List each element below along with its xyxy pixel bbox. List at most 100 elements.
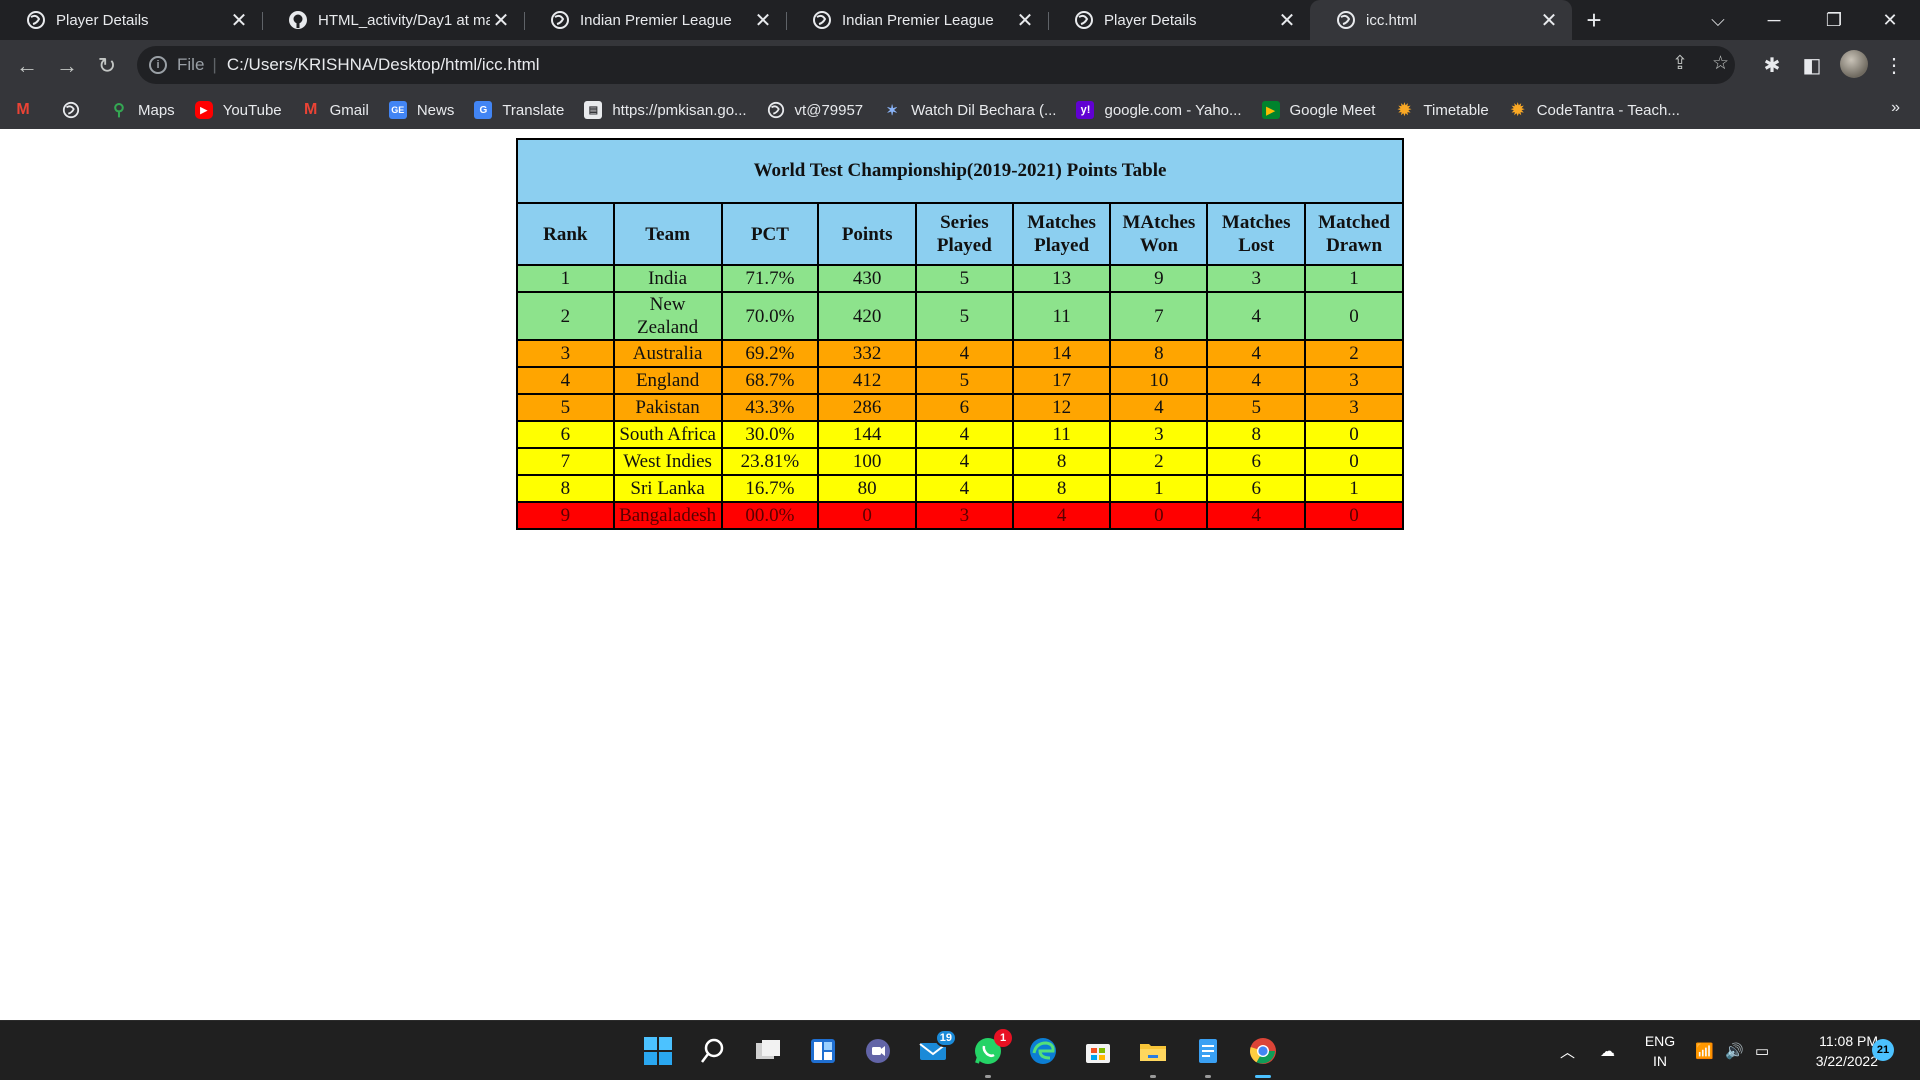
share-icon[interactable]: ⇪ — [1672, 52, 1688, 75]
browser-tab[interactable]: Player Details ✕ — [1048, 0, 1310, 40]
table-row: 8 Sri Lanka 16.7% 80 4 8 1 6 1 — [516, 474, 1404, 503]
bookmark-translate[interactable]: G Translate — [474, 101, 564, 119]
minimize-icon[interactable]: ─ — [1748, 0, 1800, 40]
browser-tab[interactable]: Indian Premier League ✕ — [524, 0, 786, 40]
close-icon[interactable]: ✕ — [1014, 8, 1036, 33]
bookmarks-overflow-button[interactable]: » — [1891, 99, 1900, 117]
wifi-icon[interactable]: 📶 — [1695, 1021, 1714, 1080]
menu-icon[interactable]: ⋮ — [1880, 51, 1908, 79]
new-tab-button[interactable]: + — [1572, 0, 1616, 40]
cell-series-played: 4 — [914, 447, 1014, 476]
bookmark-yahoo[interactable]: y! google.com - Yaho... — [1076, 101, 1242, 119]
cell-matches-played: 17 — [1011, 366, 1112, 395]
bookmark-maps[interactable]: ⚲ Maps — [110, 101, 175, 120]
cell-matches-played: 13 — [1011, 264, 1112, 293]
start-button[interactable] — [640, 1033, 676, 1069]
bookmark-label: Gmail — [329, 101, 369, 119]
cell-points: 420 — [817, 291, 917, 341]
bookmark-youtube[interactable]: ▶ YouTube — [194, 101, 282, 119]
cell-matches-won: 10 — [1109, 366, 1209, 395]
widgets-button[interactable] — [805, 1033, 841, 1069]
address-bar[interactable]: i File | C:/Users/KRISHNA/Desktop/html/i… — [137, 46, 1735, 84]
info-icon[interactable]: i — [149, 56, 167, 74]
extensions-icon[interactable]: ✱ — [1758, 51, 1786, 79]
file-explorer-button[interactable] — [1135, 1033, 1171, 1078]
show-hidden-icons-icon[interactable]: ︿ — [1560, 1021, 1575, 1080]
bookmark-timetable[interactable]: ✹ Timetable — [1395, 101, 1489, 120]
close-icon[interactable]: ✕ — [490, 8, 512, 33]
page-icon: ▤ — [584, 101, 603, 119]
cell-matches-lost: 5 — [1206, 393, 1307, 422]
tab-title: Player Details — [56, 11, 149, 29]
bookmark-label: News — [416, 101, 455, 119]
mail-button[interactable]: 19 — [915, 1029, 957, 1069]
bookmark-gmail-labeled[interactable]: M Gmail — [302, 101, 369, 119]
cell-pct: 70.0% — [720, 291, 820, 341]
table-row: 5 Pakistan 43.3% 286 6 12 4 5 3 — [516, 393, 1404, 422]
tab-title: HTML_activity/Day1 at mai — [318, 11, 490, 29]
close-icon[interactable]: ✕ — [228, 8, 250, 33]
cell-rank: 9 — [516, 501, 615, 530]
bookmark-gmail[interactable]: M — [14, 101, 42, 119]
bookmark-label: google.com - Yaho... — [1104, 101, 1242, 119]
close-icon[interactable]: ✕ — [752, 8, 774, 33]
cell-series-played: 4 — [914, 420, 1014, 449]
bookmark-google-meet[interactable]: ▶ Google Meet — [1261, 101, 1375, 119]
bookmarks-bar: M ⚲ Maps ▶ YouTube M Gmail GE News G Tra… — [0, 91, 1920, 129]
bookmark-star-icon[interactable]: ☆ — [1712, 52, 1729, 75]
language-indicator[interactable]: ENG IN — [1638, 1031, 1682, 1071]
close-icon[interactable]: ✕ — [1538, 8, 1560, 33]
notification-count-badge[interactable]: 21 — [1872, 1039, 1894, 1061]
cell-series-played: 5 — [914, 291, 1014, 341]
forward-icon[interactable]: → — [52, 51, 82, 81]
teams-icon — [866, 1039, 890, 1063]
chrome-button[interactable] — [1245, 1033, 1281, 1078]
onedrive-icon[interactable]: ☁ — [1600, 1021, 1615, 1080]
mail-badge: 19 — [934, 1029, 957, 1047]
youtube-icon: ▶ — [194, 101, 213, 119]
reload-icon[interactable]: ↻ — [92, 51, 122, 81]
search-button[interactable] — [695, 1033, 731, 1069]
profile-avatar[interactable] — [1840, 50, 1868, 78]
tab-search-icon[interactable]: ⌵ — [1692, 0, 1744, 40]
restore-icon[interactable]: ❐ — [1808, 0, 1860, 40]
whatsapp-button[interactable]: 1 — [970, 1029, 1012, 1078]
side-panel-icon[interactable]: ◧ — [1798, 51, 1826, 79]
volume-icon[interactable]: 🔊 — [1725, 1021, 1744, 1080]
cell-matches-drawn: 0 — [1304, 501, 1404, 530]
cell-matches-lost: 4 — [1206, 366, 1307, 395]
clock[interactable]: 11:08 PM 3/22/2022 — [1788, 1031, 1878, 1071]
task-view-button[interactable] — [750, 1033, 786, 1069]
cell-matches-played: 8 — [1011, 447, 1112, 476]
teams-chat-button[interactable] — [860, 1033, 896, 1069]
bookmark-dil-bechara[interactable]: ✶ Watch Dil Bechara (... — [883, 101, 1056, 119]
bookmark-codetantra[interactable]: ✹ CodeTantra - Teach... — [1509, 101, 1680, 120]
close-window-icon[interactable]: ✕ — [1864, 0, 1916, 40]
header-series-played: Series Played — [914, 202, 1014, 266]
bookmark-vt[interactable]: vt@79957 — [767, 101, 863, 119]
bookmark-label: https://pmkisan.go... — [612, 101, 747, 119]
browser-tab-active[interactable]: icc.html ✕ — [1310, 0, 1572, 40]
notepad-button[interactable] — [1190, 1033, 1226, 1078]
cell-pct: 43.3% — [720, 393, 820, 422]
bookmark-label: Translate — [502, 101, 565, 119]
back-icon[interactable]: ← — [12, 51, 42, 81]
widgets-icon — [811, 1039, 835, 1063]
browser-tab[interactable]: Indian Premier League ✕ — [786, 0, 1048, 40]
sun-icon: ✹ — [1511, 102, 1525, 119]
bookmark-news[interactable]: GE News — [388, 101, 455, 119]
store-button[interactable] — [1080, 1033, 1116, 1069]
cell-series-played: 3 — [914, 501, 1014, 530]
browser-tab[interactable]: Player Details ✕ — [0, 0, 262, 40]
cell-matches-played: 8 — [1011, 474, 1112, 503]
edge-button[interactable] — [1025, 1033, 1061, 1069]
close-icon[interactable]: ✕ — [1276, 8, 1298, 33]
bookmark-pmkisan[interactable]: ▤ https://pmkisan.go... — [584, 101, 747, 119]
bookmark-globe[interactable] — [62, 101, 90, 119]
cell-pct: 69.2% — [720, 339, 820, 368]
battery-icon[interactable]: ▭ — [1755, 1021, 1769, 1080]
cell-matches-lost: 4 — [1206, 291, 1307, 341]
header-matches-played: Matches Played — [1011, 202, 1112, 266]
browser-tab[interactable]: HTML_activity/Day1 at mai ✕ — [262, 0, 524, 40]
globe-icon — [813, 11, 831, 29]
